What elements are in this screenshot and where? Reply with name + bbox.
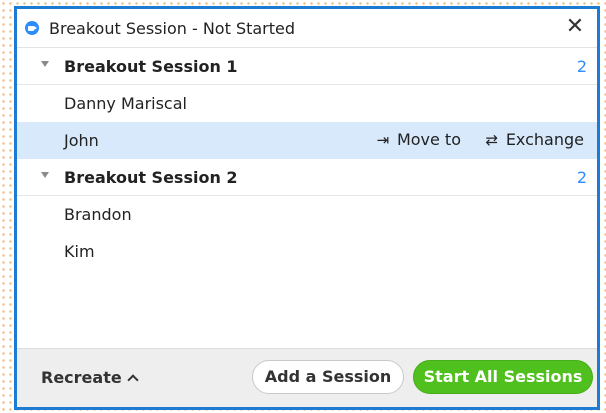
move-to-icon: ⇥	[376, 131, 390, 149]
footer-bar: Recreate Add a Session Start All Session…	[17, 348, 597, 407]
title-bar: Breakout Session - Not Started ✕	[17, 9, 597, 48]
chevron-up-icon	[127, 374, 139, 386]
exchange-button[interactable]: ⇄ Exchange	[483, 130, 584, 149]
move-to-button[interactable]: ⇥ Move to	[374, 130, 461, 149]
caret-down-icon[interactable]	[41, 172, 49, 178]
start-all-sessions-button[interactable]: Start All Sessions	[413, 360, 593, 394]
participant-name: Danny Mariscal	[64, 94, 187, 113]
session-participant-count: 2	[576, 168, 587, 187]
session-participant-count: 2	[576, 57, 587, 76]
participant-row-danny-mariscal[interactable]: Danny Mariscal	[17, 85, 597, 122]
participant-name: John	[64, 131, 99, 150]
session-header-2[interactable]: Breakout Session 2 2	[17, 159, 597, 196]
session-header-1[interactable]: Breakout Session 1 2	[17, 48, 597, 85]
breakout-session-window: Breakout Session - Not Started ✕ Breakou…	[14, 6, 600, 410]
window-title: Breakout Session - Not Started	[49, 19, 296, 38]
recreate-label: Recreate	[41, 368, 122, 387]
participant-row-john[interactable]: John ⇥ Move to ⇄ Exchange	[17, 122, 597, 159]
exchange-icon: ⇄	[485, 131, 499, 149]
participant-name: Brandon	[64, 205, 132, 224]
session-name: Breakout Session 1	[64, 57, 238, 76]
move-to-label: Move to	[396, 130, 461, 149]
zoom-app-icon	[25, 21, 39, 35]
participant-row-kim[interactable]: Kim	[17, 233, 597, 270]
caret-down-icon[interactable]	[41, 61, 49, 67]
add-session-button[interactable]: Add a Session	[252, 360, 404, 394]
close-icon[interactable]: ✕	[563, 15, 587, 39]
participant-row-brandon[interactable]: Brandon	[17, 196, 597, 233]
exchange-label: Exchange	[505, 130, 584, 149]
recreate-button[interactable]: Recreate	[41, 368, 139, 387]
session-name: Breakout Session 2	[64, 168, 238, 187]
participant-name: Kim	[64, 242, 95, 261]
session-list: Breakout Session 1 2 Danny Mariscal John…	[17, 48, 597, 352]
